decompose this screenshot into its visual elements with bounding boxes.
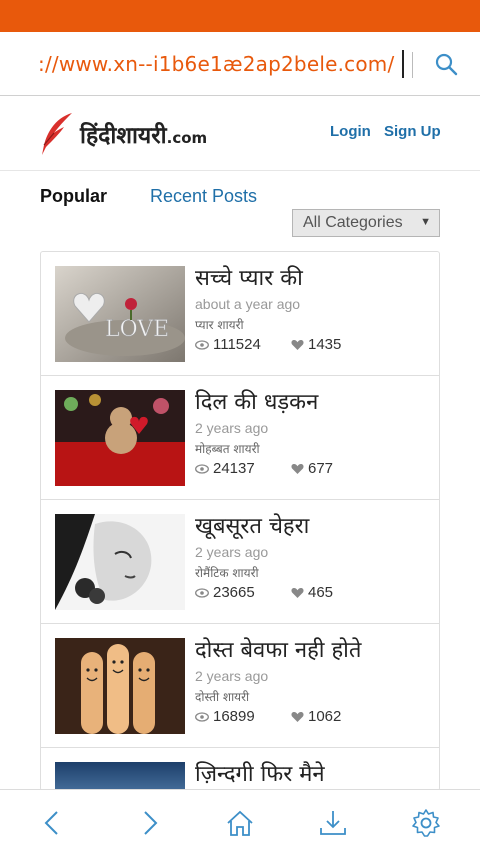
post-thumbnail[interactable]: LOVE [55, 266, 185, 362]
post-thumbnail[interactable] [55, 762, 185, 790]
gear-icon[interactable] [411, 808, 441, 838]
post-thumbnail[interactable] [55, 514, 185, 610]
heart-icon [291, 711, 304, 722]
likes-count: 1435 [291, 336, 341, 353]
post-title[interactable]: दोस्त बेवफा नही होते [195, 634, 361, 664]
post-stats: 24137 677 [195, 460, 333, 477]
quill-icon [42, 113, 72, 155]
eye-icon [195, 463, 209, 474]
post-time: 2 years ago [195, 544, 269, 560]
post-tabs: Popular Recent Posts [40, 186, 440, 210]
post-title[interactable]: सच्चे प्यार की [195, 262, 303, 292]
svg-text:LOVE: LOVE [105, 317, 169, 342]
list-item[interactable]: ज़िन्दगी फिर मैने [41, 748, 439, 790]
post-time: 2 years ago [195, 668, 269, 684]
category-select-value: All Categories [303, 214, 403, 231]
download-icon[interactable] [318, 808, 348, 838]
post-category[interactable]: रोमैंटिक शायरी [195, 564, 259, 581]
eye-icon [195, 339, 209, 350]
likes-count: 1062 [291, 708, 341, 725]
list-item[interactable]: दोस्त बेवफा नही होते 2 years ago दोस्ती … [41, 624, 439, 748]
list-item[interactable]: खूबसूरत चेहरा 2 years ago रोमैंटिक शायरी… [41, 500, 439, 624]
likes-count: 465 [291, 584, 333, 601]
site-logo[interactable]: हिंदीशायरी.com [38, 111, 207, 157]
list-item[interactable]: दिल की धड़कन 2 years ago मोहब्बत शायरी 2… [41, 376, 439, 500]
post-title[interactable]: दिल की धड़कन [195, 386, 318, 416]
post-stats: 111524 1435 [195, 336, 341, 353]
eye-icon [195, 587, 209, 598]
eye-icon [195, 711, 209, 722]
site-header: हिंदीशायरी.com Login Sign Up [0, 97, 480, 171]
address-bar[interactable]: ://www.xn--i1b6e1æ2ap2bele.com/ [0, 32, 480, 96]
status-bar [0, 0, 480, 32]
post-category[interactable]: दोस्ती शायरी [195, 688, 249, 705]
views-count: 24137 [195, 460, 255, 477]
home-icon[interactable] [225, 808, 255, 838]
logo-text: हिंदीशायरी.com [80, 123, 208, 149]
browser-bottom-nav [0, 789, 480, 854]
post-title[interactable]: खूबसूरत चेहरा [195, 510, 309, 540]
text-cursor [402, 50, 404, 78]
views-count: 111524 [195, 336, 261, 353]
post-category[interactable]: प्यार शायरी [195, 316, 244, 333]
post-time: 2 years ago [195, 420, 269, 436]
login-link[interactable]: Login [330, 123, 371, 140]
chevron-right-icon[interactable] [134, 808, 164, 838]
url-field[interactable]: ://www.xn--i1b6e1æ2ap2bele.com/ [38, 52, 394, 76]
list-item[interactable]: LOVE सच्चे प्यार की about a year ago प्य… [41, 252, 439, 376]
post-title[interactable]: ज़िन्दगी फिर मैने [195, 758, 325, 788]
chevron-left-icon[interactable] [38, 808, 68, 838]
heart-icon [291, 587, 304, 598]
post-thumbnail[interactable] [55, 638, 185, 734]
search-icon[interactable] [432, 50, 462, 80]
post-list: LOVE सच्चे प्यार की about a year ago प्य… [40, 251, 440, 791]
tab-popular[interactable]: Popular [40, 186, 107, 207]
post-time: about a year ago [195, 296, 301, 312]
heart-icon [291, 463, 304, 474]
views-count: 16899 [195, 708, 255, 725]
post-category[interactable]: मोहब्बत शायरी [195, 440, 260, 457]
post-stats: 16899 1062 [195, 708, 341, 725]
post-thumbnail[interactable] [55, 390, 185, 486]
likes-count: 677 [291, 460, 333, 477]
views-count: 23665 [195, 584, 255, 601]
post-stats: 23665 465 [195, 584, 333, 601]
divider [412, 52, 413, 78]
signup-link[interactable]: Sign Up [384, 123, 441, 140]
category-select[interactable]: All Categories ▼ [292, 209, 440, 237]
heart-icon [291, 339, 304, 350]
dropdown-arrow-icon: ▼ [420, 216, 431, 228]
tab-recent-posts[interactable]: Recent Posts [150, 186, 257, 207]
